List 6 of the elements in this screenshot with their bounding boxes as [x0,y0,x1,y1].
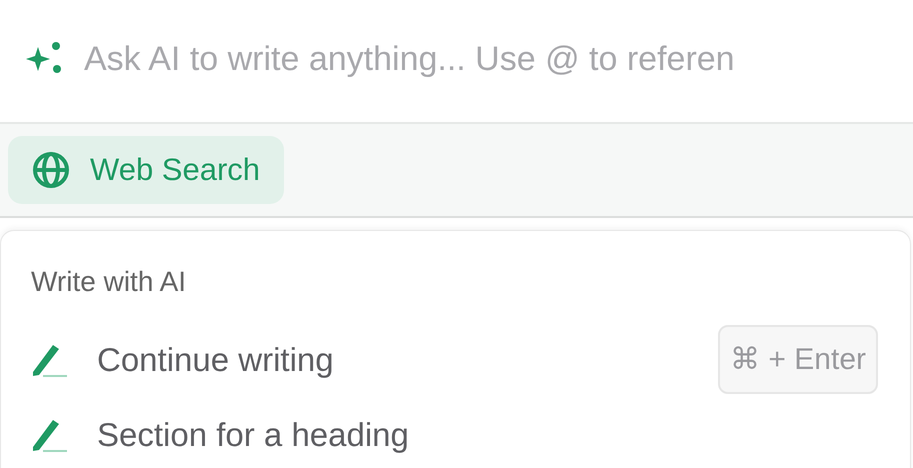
shortcut-badge: ⌘ + Enter [718,325,878,394]
menu-item[interactable]: Section for a heading [97,410,409,460]
menu-heading: Write with AI [31,265,188,299]
prompt-field[interactable]: Ask AI to write anything... Use @ to referen [84,34,913,84]
menu-item[interactable]: Continue writing [97,334,334,384]
globe-icon [32,151,70,189]
